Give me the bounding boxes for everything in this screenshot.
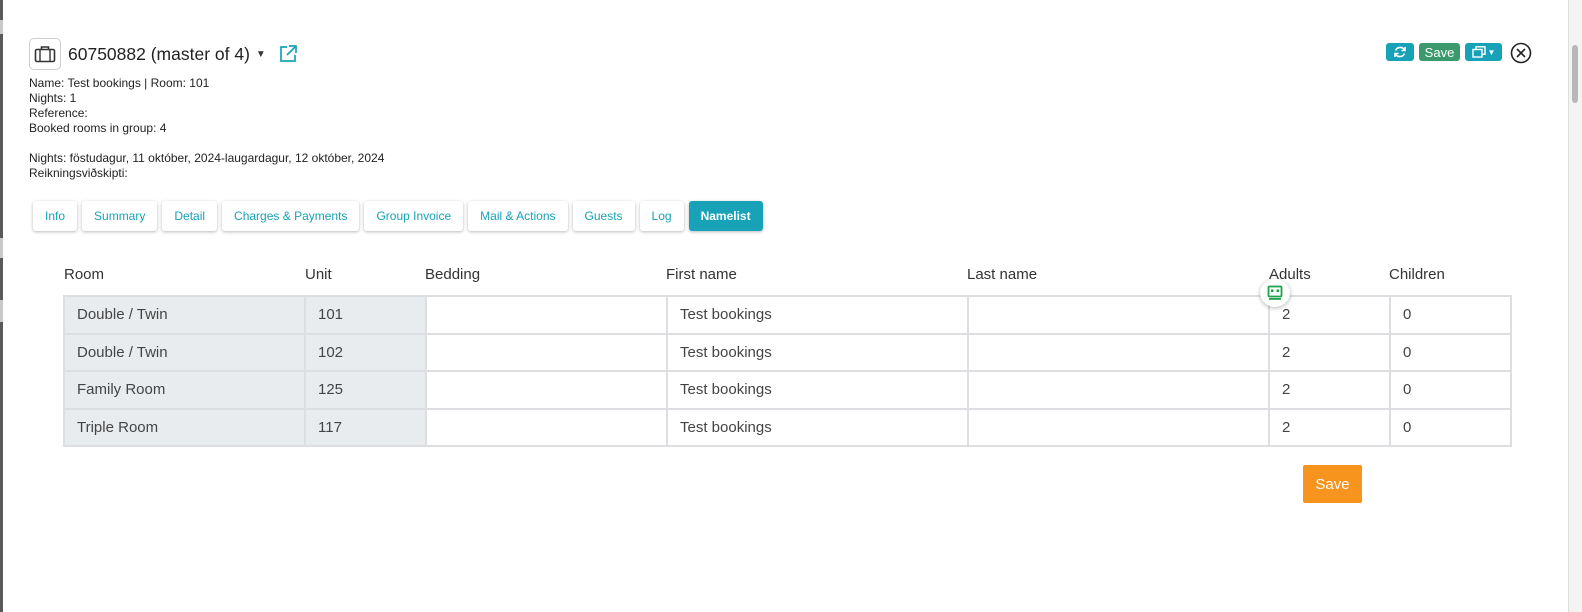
external-link-icon[interactable]: [278, 44, 298, 64]
column-header-last-name: Last name: [967, 266, 1038, 283]
tab-group-invoice[interactable]: Group Invoice: [364, 201, 464, 231]
tab-info[interactable]: Info: [33, 201, 78, 231]
last-name-input[interactable]: [967, 332, 1270, 372]
table-row: Family Room 125 Test bookings 2 0: [63, 370, 1512, 410]
tab-summary[interactable]: Summary: [82, 201, 158, 231]
room-cell: Triple Room: [63, 407, 306, 447]
info-account: Reikningsviðskipti:: [29, 166, 128, 180]
scrollbar[interactable]: [1568, 0, 1582, 612]
refresh-button[interactable]: [1386, 43, 1414, 61]
booking-title: 60750882 (master of 4): [68, 43, 250, 64]
last-name-input[interactable]: [967, 295, 1270, 335]
caret-down-icon: ▼: [1487, 47, 1496, 57]
scrollbar-thumb[interactable]: [1572, 45, 1578, 103]
room-cell: Double / Twin: [63, 295, 306, 335]
tab-log[interactable]: Log: [639, 201, 684, 231]
adults-input[interactable]: 2: [1268, 332, 1391, 372]
bedding-input[interactable]: [425, 407, 668, 447]
column-header-first-name: First name: [666, 266, 737, 283]
tab-charges-payments[interactable]: Charges & Payments: [222, 201, 360, 231]
info-reference: Reference:: [29, 106, 88, 120]
last-name-input[interactable]: [967, 370, 1270, 410]
bedding-input[interactable]: [425, 295, 668, 335]
first-name-input[interactable]: Test bookings: [666, 370, 969, 410]
children-input[interactable]: 0: [1389, 332, 1512, 372]
info-booked-rooms: Booked rooms in group: 4: [29, 121, 167, 135]
tab-bar: Info Summary Detail Charges & Payments G…: [33, 201, 763, 231]
table-row: Double / Twin 101 Test bookings 2 0: [63, 295, 1512, 335]
close-circle-icon[interactable]: [1510, 42, 1532, 64]
info-nights: Nights: 1: [29, 91, 77, 105]
save-namelist-button[interactable]: Save: [1303, 465, 1362, 503]
unit-cell: 125: [304, 370, 427, 410]
bedding-input[interactable]: [425, 370, 668, 410]
column-header-room: Room: [64, 266, 105, 283]
info-name-room: Name: Test bookings | Room: 101: [29, 76, 210, 90]
toolbar: Save ▼: [1386, 43, 1502, 61]
robot-icon[interactable]: [1260, 279, 1290, 307]
tab-guests[interactable]: Guests: [572, 201, 635, 231]
adults-input[interactable]: 2: [1268, 295, 1391, 335]
save-button[interactable]: Save: [1419, 43, 1460, 61]
unit-cell: 102: [304, 332, 427, 372]
copy-dropdown-button[interactable]: ▼: [1465, 43, 1502, 61]
first-name-input[interactable]: Test bookings: [666, 295, 969, 335]
children-input[interactable]: 0: [1389, 295, 1512, 335]
table-row: Triple Room 117 Test bookings 2 0: [63, 407, 1512, 447]
copy-icon: [1471, 46, 1486, 58]
unit-cell: 117: [304, 407, 427, 447]
tab-detail[interactable]: Detail: [162, 201, 218, 231]
children-input[interactable]: 0: [1389, 407, 1512, 447]
tab-namelist[interactable]: Namelist: [688, 201, 763, 231]
unit-cell: 101: [304, 295, 427, 335]
bedding-input[interactable]: [425, 332, 668, 372]
namelist-table: Double / Twin 101 Test bookings 2 0 Doub…: [63, 295, 1512, 447]
children-input[interactable]: 0: [1389, 370, 1512, 410]
background-window-edge: [0, 0, 3, 612]
tab-mail-actions[interactable]: Mail & Actions: [468, 201, 568, 231]
first-name-input[interactable]: Test bookings: [666, 332, 969, 372]
booking-info: Name: Test bookings | Room: 101 Nights: …: [29, 76, 384, 181]
first-name-input[interactable]: Test bookings: [666, 407, 969, 447]
column-header-unit: Unit: [305, 266, 332, 283]
table-row: Double / Twin 102 Test bookings 2 0: [63, 332, 1512, 372]
column-header-bedding: Bedding: [425, 266, 481, 283]
last-name-input[interactable]: [967, 407, 1270, 447]
adults-input[interactable]: 2: [1268, 407, 1391, 447]
briefcase-icon[interactable]: [29, 38, 61, 70]
caret-down-icon[interactable]: ▼: [256, 49, 266, 60]
refresh-icon: [1394, 46, 1406, 58]
column-header-children: Children: [1389, 266, 1445, 283]
info-night-dates: Nights: föstudagur, 11 október, 2024-lau…: [29, 151, 385, 165]
adults-input[interactable]: 2: [1268, 370, 1391, 410]
booking-header: 60750882 (master of 4) ▼: [29, 37, 298, 71]
room-cell: Double / Twin: [63, 332, 306, 372]
room-cell: Family Room: [63, 370, 306, 410]
